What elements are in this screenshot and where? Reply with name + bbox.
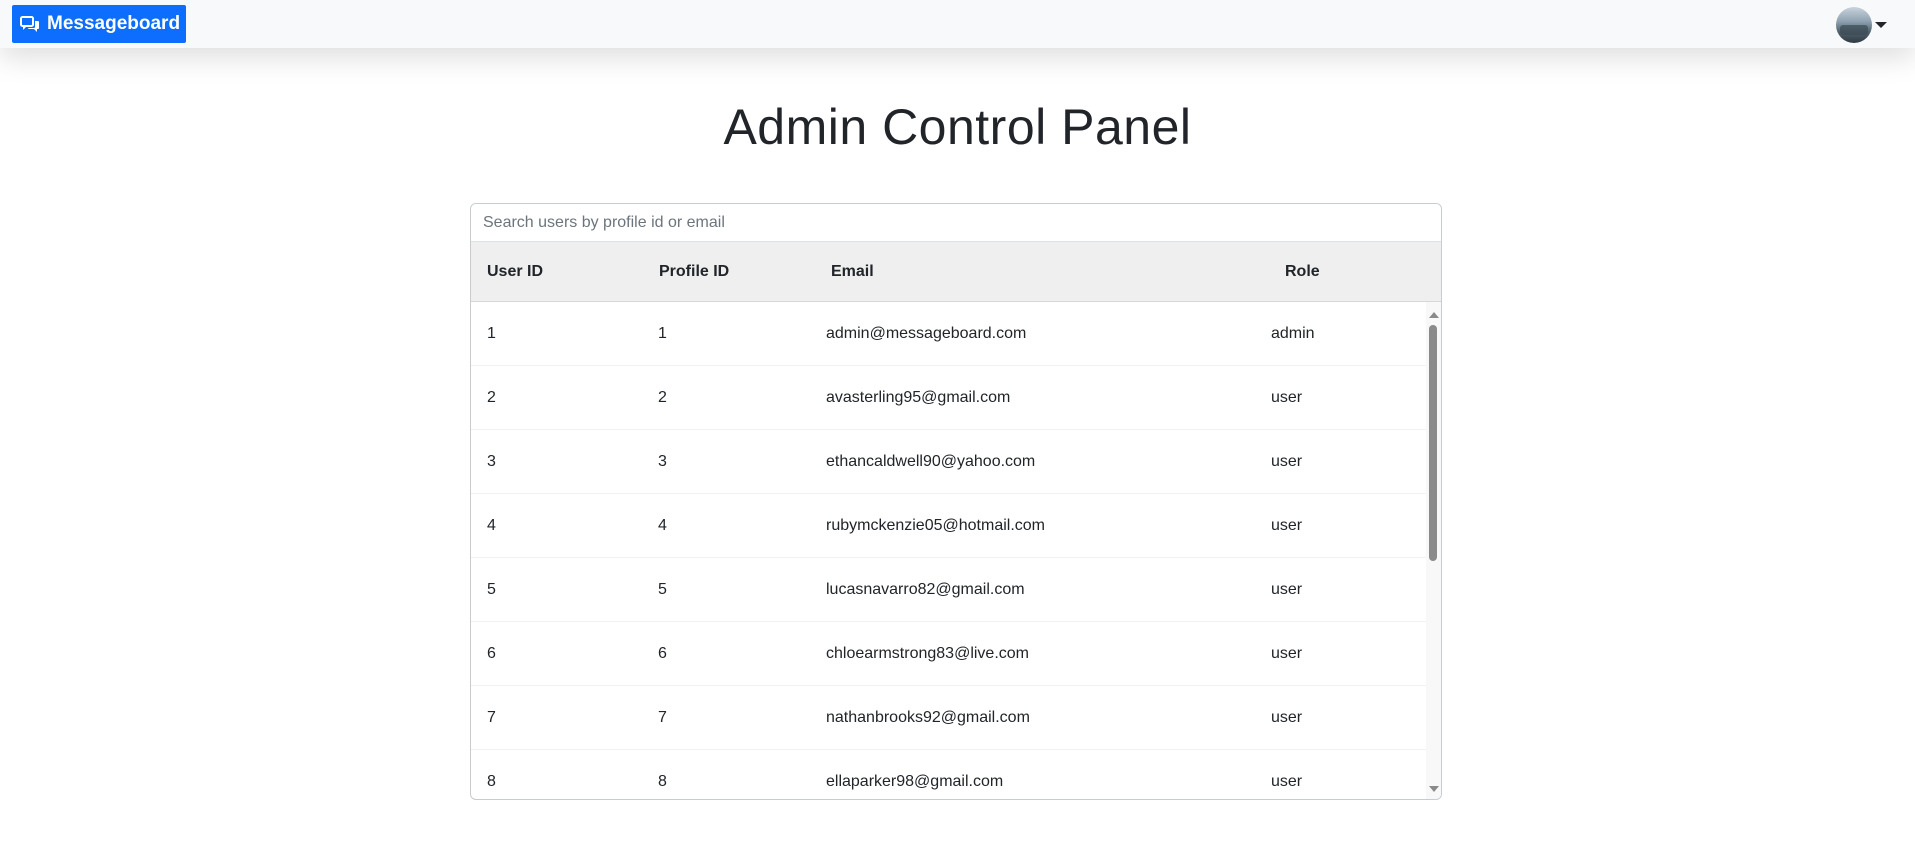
cell-role: admin	[1271, 325, 1315, 342]
cell-role: user	[1271, 581, 1303, 598]
cell-user-id: 1	[487, 325, 496, 342]
scroll-up-arrow-icon[interactable]	[1429, 312, 1439, 318]
cell-user-id: 5	[487, 581, 496, 598]
cell-email: ethancaldwell90@yahoo.com	[826, 453, 1036, 470]
column-header-role[interactable]: Role	[1285, 242, 1320, 302]
cell-email: admin@messageboard.com	[826, 325, 1027, 342]
cell-email: ellaparker98@gmail.com	[826, 773, 1004, 790]
cell-profile-id: 5	[658, 581, 667, 598]
column-header-profile-id[interactable]: Profile ID	[659, 242, 729, 302]
table-row[interactable]: 1 1 admin@messageboard.com admin	[471, 302, 1428, 366]
table-row[interactable]: 5 5 lucasnavarro82@gmail.com user	[471, 558, 1428, 622]
cell-email: lucasnavarro82@gmail.com	[826, 581, 1025, 598]
cell-profile-id: 6	[658, 645, 667, 662]
table-row[interactable]: 2 2 avasterling95@gmail.com user	[471, 366, 1428, 430]
table-row[interactable]: 3 3 ethancaldwell90@yahoo.com user	[471, 430, 1428, 494]
chat-bubbles-icon	[20, 15, 40, 33]
cell-profile-id: 4	[658, 517, 667, 534]
cell-email: nathanbrooks92@gmail.com	[826, 709, 1030, 726]
cell-profile-id: 8	[658, 773, 667, 790]
scroll-down-arrow-icon[interactable]	[1429, 786, 1439, 792]
table-scrollbar[interactable]	[1426, 302, 1441, 799]
cell-role: user	[1271, 709, 1303, 726]
cell-user-id: 3	[487, 453, 496, 470]
table-body: 1 1 admin@messageboard.com admin 2 2 ava…	[471, 302, 1428, 799]
caret-down-icon[interactable]	[1875, 22, 1887, 28]
cell-profile-id: 1	[658, 325, 667, 342]
column-header-user-id[interactable]: User ID	[487, 242, 543, 302]
table-row[interactable]: 7 7 nathanbrooks92@gmail.com user	[471, 686, 1428, 750]
users-panel: User ID Profile ID Email Role 1 1 admin@…	[470, 203, 1442, 800]
page-title: Admin Control Panel	[723, 99, 1192, 155]
cell-email: chloearmstrong83@live.com	[826, 645, 1029, 662]
search-input[interactable]	[471, 204, 1441, 242]
cell-profile-id: 2	[658, 389, 667, 406]
cell-email: rubymckenzie05@hotmail.com	[826, 517, 1045, 534]
brand-button[interactable]: Messageboard	[12, 5, 187, 43]
brand-label: Messageboard	[47, 13, 181, 34]
cell-user-id: 8	[487, 773, 496, 790]
table-header: User ID Profile ID Email Role	[471, 242, 1441, 302]
cell-profile-id: 3	[658, 453, 667, 470]
cell-role: user	[1271, 517, 1303, 534]
user-menu-toggle[interactable]	[1836, 6, 1887, 44]
cell-user-id: 4	[487, 517, 496, 534]
cell-user-id: 2	[487, 389, 496, 406]
cell-email: avasterling95@gmail.com	[826, 389, 1011, 406]
avatar[interactable]	[1836, 7, 1872, 43]
column-header-email[interactable]: Email	[831, 242, 874, 302]
top-navbar: Messageboard	[0, 0, 1915, 48]
cell-user-id: 6	[487, 645, 496, 662]
cell-role: user	[1271, 453, 1303, 470]
table-row[interactable]: 4 4 rubymckenzie05@hotmail.com user	[471, 494, 1428, 558]
cell-role: user	[1271, 645, 1303, 662]
table-row[interactable]: 6 6 chloearmstrong83@live.com user	[471, 622, 1428, 686]
table-row[interactable]: 8 8 ellaparker98@gmail.com user	[471, 750, 1428, 799]
cell-role: user	[1271, 389, 1303, 406]
cell-role: user	[1271, 773, 1303, 790]
cell-profile-id: 7	[658, 709, 667, 726]
scrollbar-thumb[interactable]	[1429, 325, 1437, 561]
cell-user-id: 7	[487, 709, 496, 726]
